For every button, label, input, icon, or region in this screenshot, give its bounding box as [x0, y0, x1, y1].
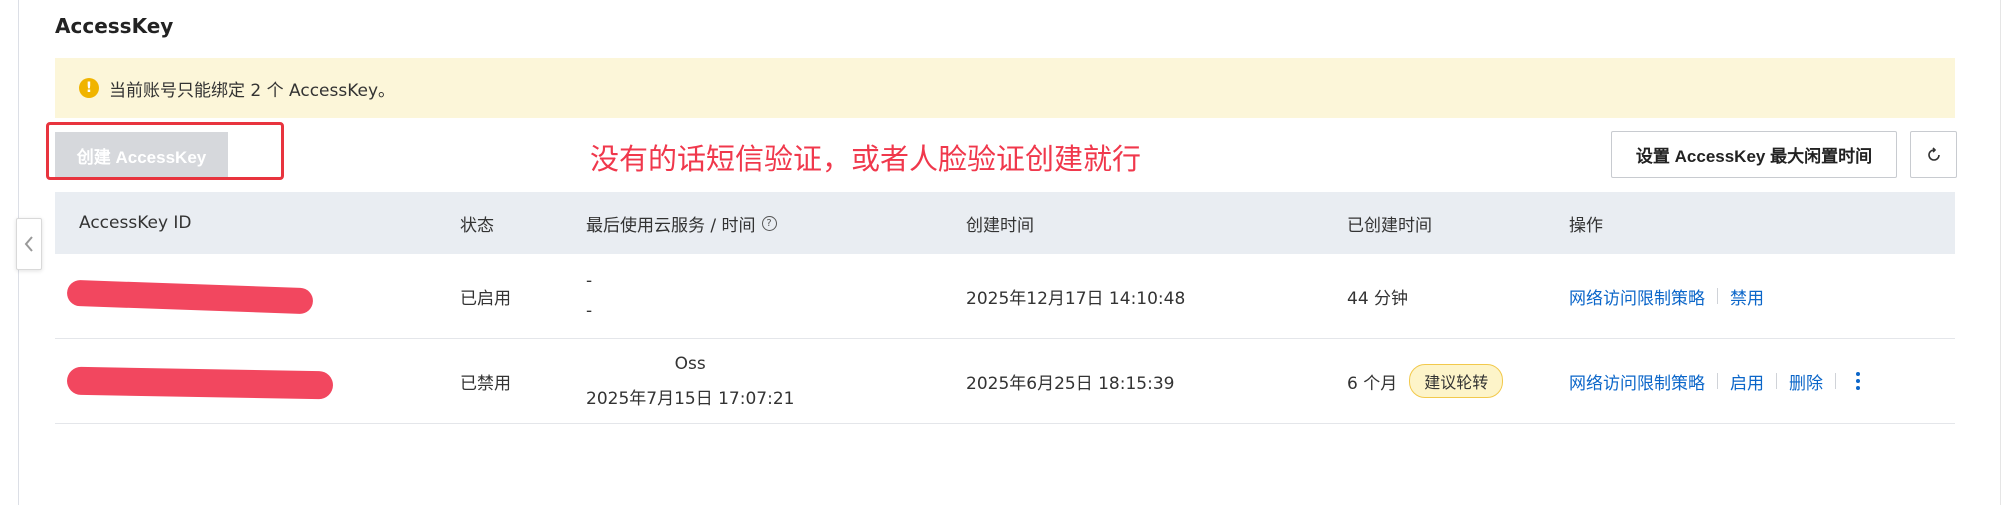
delete-link[interactable]: 删除	[1789, 369, 1823, 394]
status-text: 已禁用	[460, 373, 511, 394]
set-max-idle-time-button[interactable]: 设置 AccessKey 最大闲置时间	[1611, 131, 1897, 178]
column-header-id: AccessKey ID	[79, 213, 192, 233]
action-separator	[1835, 373, 1836, 389]
created-time: 2025年6月25日 18:15:39	[966, 373, 1175, 394]
created-age-cell: 6 个月 建议轮转	[1347, 339, 1504, 423]
actions-cell: 网络访问限制策略 禁用	[1569, 254, 1764, 338]
column-header-status: 状态	[460, 215, 494, 236]
more-options-icon[interactable]	[1856, 372, 1860, 390]
sidebar-collapse-button[interactable]	[16, 218, 42, 270]
column-header-created-time: 创建时间	[966, 215, 1034, 236]
table-row: 已启用 - - 2025年12月17日 14:10:48 44 分钟 网络访问限…	[55, 254, 1955, 339]
warning-icon: !	[79, 78, 99, 98]
last-used-cell: Oss 2025年7月15日 17:07:21	[586, 339, 794, 423]
last-used-service: Oss	[674, 353, 706, 374]
notice-text: 当前账号只能绑定 2 个 AccessKey。	[109, 80, 396, 101]
action-separator	[1717, 288, 1718, 304]
notice-banner: ! 当前账号只能绑定 2 个 AccessKey。	[55, 58, 1955, 118]
table-header: AccessKey ID 状态 最后使用云服务 / 时间 ? 创建时间 已创建时…	[55, 192, 1955, 254]
created-age: 6 个月	[1347, 373, 1398, 394]
column-header-actions: 操作	[1569, 215, 1603, 236]
refresh-button[interactable]	[1910, 131, 1957, 178]
last-used-cell: - -	[586, 254, 592, 338]
redacted-accesskey-id	[66, 366, 334, 400]
column-header-age: 已创建时间	[1347, 215, 1432, 236]
last-used-time: -	[586, 301, 593, 321]
page: AccessKey ! 当前账号只能绑定 2 个 AccessKey。 创建 A…	[0, 0, 2001, 505]
action-separator	[1776, 373, 1777, 389]
annotation-text: 没有的话短信验证，或者人脸验证创建就行	[590, 142, 1142, 176]
help-icon[interactable]: ?	[761, 215, 777, 231]
column-header-last-used-label: 最后使用云服务 / 时间	[586, 215, 756, 236]
created-age: 44 分钟	[1347, 288, 1409, 309]
enable-link[interactable]: 启用	[1730, 369, 1764, 394]
refresh-icon	[1927, 146, 1940, 161]
action-separator	[1717, 373, 1718, 389]
accesskey-table: AccessKey ID 状态 最后使用云服务 / 时间 ? 创建时间 已创建时…	[55, 192, 1955, 424]
redacted-accesskey-id	[66, 279, 314, 315]
last-used-service: -	[586, 271, 593, 291]
rotate-suggestion-badge: 建议轮转	[1409, 364, 1504, 398]
status-text: 已启用	[460, 288, 511, 309]
network-policy-link[interactable]: 网络访问限制策略	[1569, 284, 1705, 309]
last-used-time: 2025年7月15日 17:07:21	[586, 388, 795, 409]
annotation-highlight-box	[46, 122, 284, 180]
chevron-left-icon	[24, 236, 33, 252]
column-header-last-used: 最后使用云服务 / 时间 ?	[586, 192, 777, 254]
disable-link[interactable]: 禁用	[1730, 284, 1764, 309]
network-policy-link[interactable]: 网络访问限制策略	[1569, 369, 1705, 394]
page-title: AccessKey	[55, 14, 174, 38]
table-row: 已禁用 Oss 2025年7月15日 17:07:21 2025年6月25日 1…	[55, 339, 1955, 424]
created-time: 2025年12月17日 14:10:48	[966, 288, 1186, 309]
actions-cell: 网络访问限制策略 启用 删除	[1569, 339, 1860, 423]
